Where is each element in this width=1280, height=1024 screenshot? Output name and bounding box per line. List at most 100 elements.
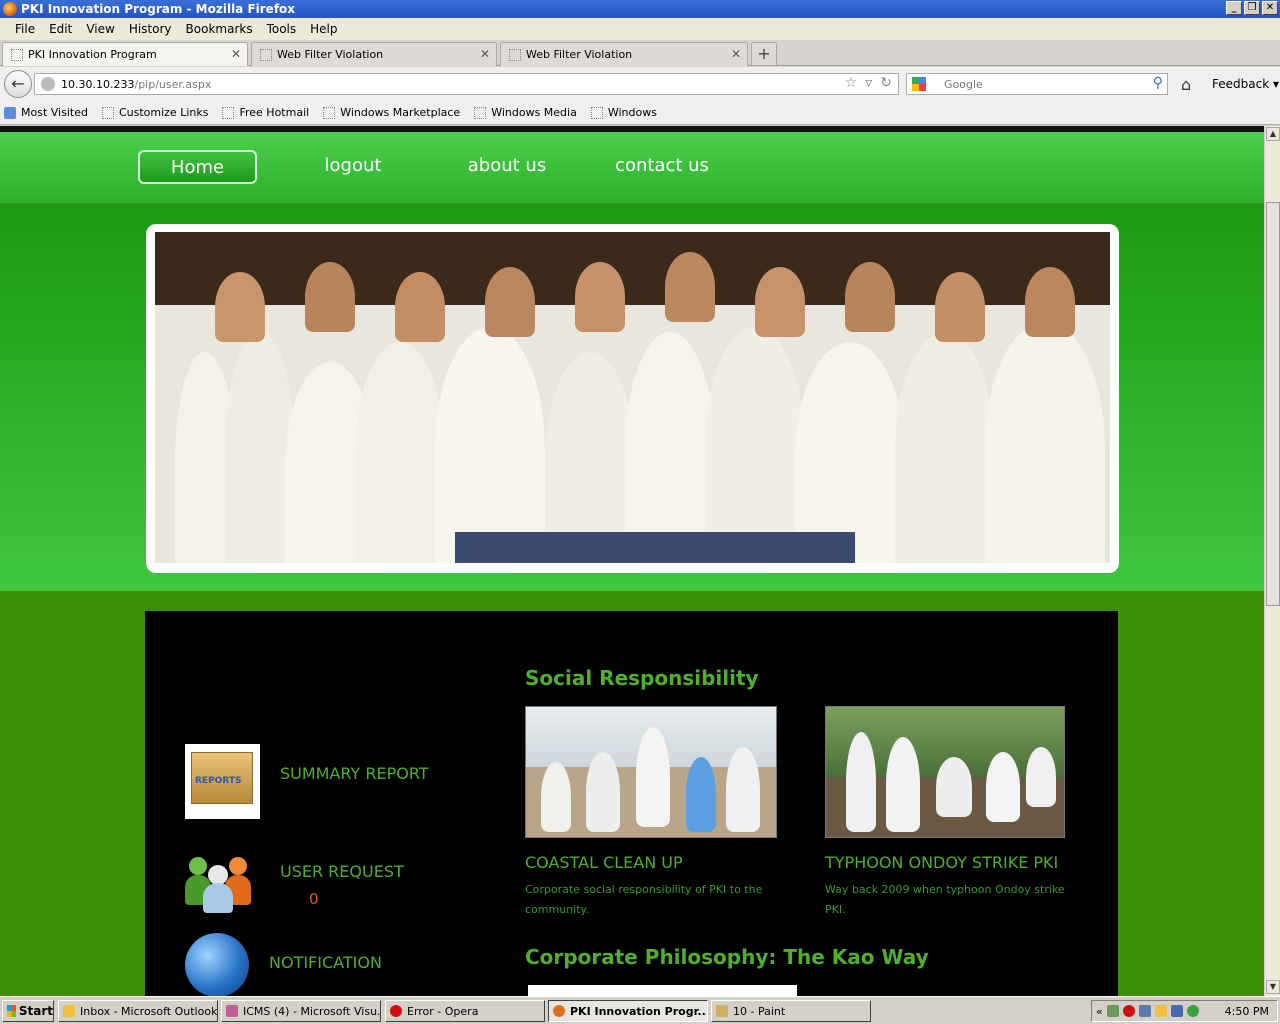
users-group-icon[interactable] [185, 851, 255, 913]
task-paint[interactable]: 10 - Paint [711, 1000, 871, 1022]
search-input[interactable]: Google ⚲ [906, 73, 1168, 95]
globe-icon[interactable] [185, 933, 249, 996]
task-opera[interactable]: Error - Opera [385, 1000, 545, 1022]
menu-bookmarks[interactable]: Bookmarks [179, 22, 260, 36]
task-label: ICMS (4) - Microsoft Visu... [243, 1004, 381, 1018]
address-bar[interactable]: 10.30.10.233/pip/user.aspx ☆ ▿ ↻ [34, 73, 899, 95]
search-icon[interactable]: ⚲ [1153, 75, 1163, 91]
task-firefox[interactable]: PKI Innovation Progr... [548, 1000, 708, 1022]
hero-section [0, 205, 1264, 591]
tray-expand-icon[interactable]: « [1096, 1005, 1103, 1018]
bookmark-label: Customize Links [118, 106, 209, 119]
task-visual-studio[interactable]: ICMS (4) - Microsoft Visu... [221, 1000, 381, 1022]
navigation-toolbar: ← 10.30.10.233/pip/user.aspx ☆ ▿ ↻ Googl… [0, 67, 1280, 101]
bookmarks-toolbar: Most Visited Customize Links Free Hotmai… [0, 101, 1280, 125]
user-request-link[interactable]: USER REQUEST [280, 862, 404, 881]
user-request-count: 0 [309, 890, 319, 908]
outlook-icon [63, 1005, 75, 1017]
url-dropdown-icon[interactable]: ▿ [865, 75, 872, 91]
menu-file[interactable]: File [8, 22, 42, 36]
bookmark-star-icon[interactable]: ☆ [845, 75, 858, 91]
page-icon [590, 106, 603, 119]
bookmark-customize-links[interactable]: Customize Links [101, 106, 209, 119]
card-title[interactable]: TYPHOON ONDOY STRIKE PKI [825, 853, 1058, 872]
task-label: PKI Innovation Progr... [570, 1004, 708, 1018]
taskbar-clock[interactable]: 4:50 PM [1225, 1005, 1269, 1018]
nav-home-link[interactable]: Home [138, 150, 257, 184]
feedback-label: Feedback [1212, 77, 1270, 91]
content-panel: REPORTS SUMMARY REPORT USER REQUEST 0 NO… [145, 611, 1118, 996]
bookmark-label: Windows [607, 106, 657, 119]
feedback-button[interactable]: Feedback ▾ [1212, 77, 1279, 91]
group-photo [155, 232, 1110, 563]
menu-help[interactable]: Help [303, 22, 344, 36]
new-tab-button[interactable]: + [751, 42, 777, 66]
bookmark-windows-marketplace[interactable]: Windows Marketplace [323, 106, 460, 119]
paint-icon [716, 1005, 728, 1017]
minimize-button[interactable]: _ [1226, 1, 1242, 15]
scrollbar-thumb[interactable] [1266, 202, 1280, 606]
search-engine-icon[interactable] [912, 77, 926, 91]
tray-monitor-icon[interactable] [1170, 1005, 1183, 1017]
notification-link[interactable]: NOTIFICATION [269, 953, 382, 972]
tray-app-icon[interactable] [1138, 1005, 1151, 1017]
task-label: Error - Opera [407, 1004, 479, 1018]
page-icon [101, 106, 114, 119]
menu-bar: File Edit View History Bookmarks Tools H… [0, 18, 1280, 40]
bookmark-free-hotmail[interactable]: Free Hotmail [222, 106, 309, 119]
close-tab-icon[interactable]: ✕ [480, 47, 490, 61]
card-text: Way back 2009 when typhoon Ondoy strike … [825, 883, 1065, 916]
reports-folder-icon[interactable]: REPORTS [185, 744, 260, 819]
card-title[interactable]: COASTAL CLEAN UP [525, 853, 683, 872]
nav-about-link[interactable]: about us [462, 150, 552, 184]
typhoon-ondoy-photo[interactable] [825, 706, 1065, 838]
tray-opera-icon[interactable] [1122, 1005, 1135, 1017]
menu-edit[interactable]: Edit [42, 22, 79, 36]
firefox-icon [553, 1005, 565, 1017]
nav-logout-link[interactable]: logout [318, 150, 388, 184]
close-tab-icon[interactable]: ✕ [231, 47, 241, 61]
page-icon [509, 48, 521, 61]
page-icon [323, 106, 336, 119]
task-outlook[interactable]: Inbox - Microsoft Outlook [58, 1000, 218, 1022]
scroll-up-icon[interactable]: ▲ [1266, 127, 1280, 141]
search-placeholder: Google [944, 77, 983, 91]
tab-web-filter-2[interactable]: Web Filter Violation ✕ [500, 42, 748, 66]
page-icon [11, 48, 23, 61]
close-tab-icon[interactable]: ✕ [731, 47, 741, 61]
philosophy-content-box [528, 985, 797, 996]
site-identity-icon[interactable] [41, 77, 55, 91]
menu-history[interactable]: History [122, 22, 179, 36]
bookmark-windows-media[interactable]: Windows Media [474, 106, 577, 119]
tray-outlook-icon[interactable] [1154, 1005, 1167, 1017]
scroll-down-icon[interactable]: ▼ [1266, 980, 1280, 994]
menu-tools[interactable]: Tools [260, 22, 304, 36]
close-button[interactable]: ✕ [1262, 1, 1278, 15]
tray-globe-icon[interactable] [1186, 1005, 1199, 1017]
page-scrollbar[interactable]: ▲ ▼ [1264, 126, 1280, 996]
most-visited-icon [4, 106, 16, 119]
card-text: Corporate social responsibility of PKI t… [525, 883, 763, 916]
page-viewport: Home logout about us contact us REPORTS … [0, 126, 1264, 996]
tab-pki-innovation[interactable]: PKI Innovation Program ✕ [2, 42, 248, 66]
task-label: 10 - Paint [733, 1004, 786, 1018]
nav-contact-link[interactable]: contact us [612, 150, 712, 184]
restore-button[interactable]: ❐ [1244, 1, 1260, 15]
tab-web-filter-1[interactable]: Web Filter Violation ✕ [251, 42, 497, 66]
menu-view[interactable]: View [79, 22, 121, 36]
summary-report-link[interactable]: SUMMARY REPORT [280, 764, 429, 783]
back-button[interactable]: ← [4, 70, 32, 98]
content-section: REPORTS SUMMARY REPORT USER REQUEST 0 NO… [0, 591, 1264, 996]
start-button[interactable]: Start [2, 1000, 54, 1022]
bookmark-label: Free Hotmail [239, 106, 310, 119]
windows-logo-icon [7, 1005, 16, 1017]
bookmark-most-visited[interactable]: Most Visited [4, 106, 88, 119]
window-title: PKI Innovation Program - Mozilla Firefox [21, 2, 296, 16]
coastal-cleanup-photo[interactable] [525, 706, 777, 838]
reload-icon[interactable]: ↻ [880, 75, 892, 91]
system-tray: « 4:50 PM [1091, 1000, 1278, 1022]
bookmark-windows[interactable]: Windows [590, 106, 657, 119]
page-icon [474, 106, 487, 119]
tray-network-icon[interactable] [1106, 1005, 1119, 1017]
home-icon[interactable]: ⌂ [1181, 75, 1191, 94]
